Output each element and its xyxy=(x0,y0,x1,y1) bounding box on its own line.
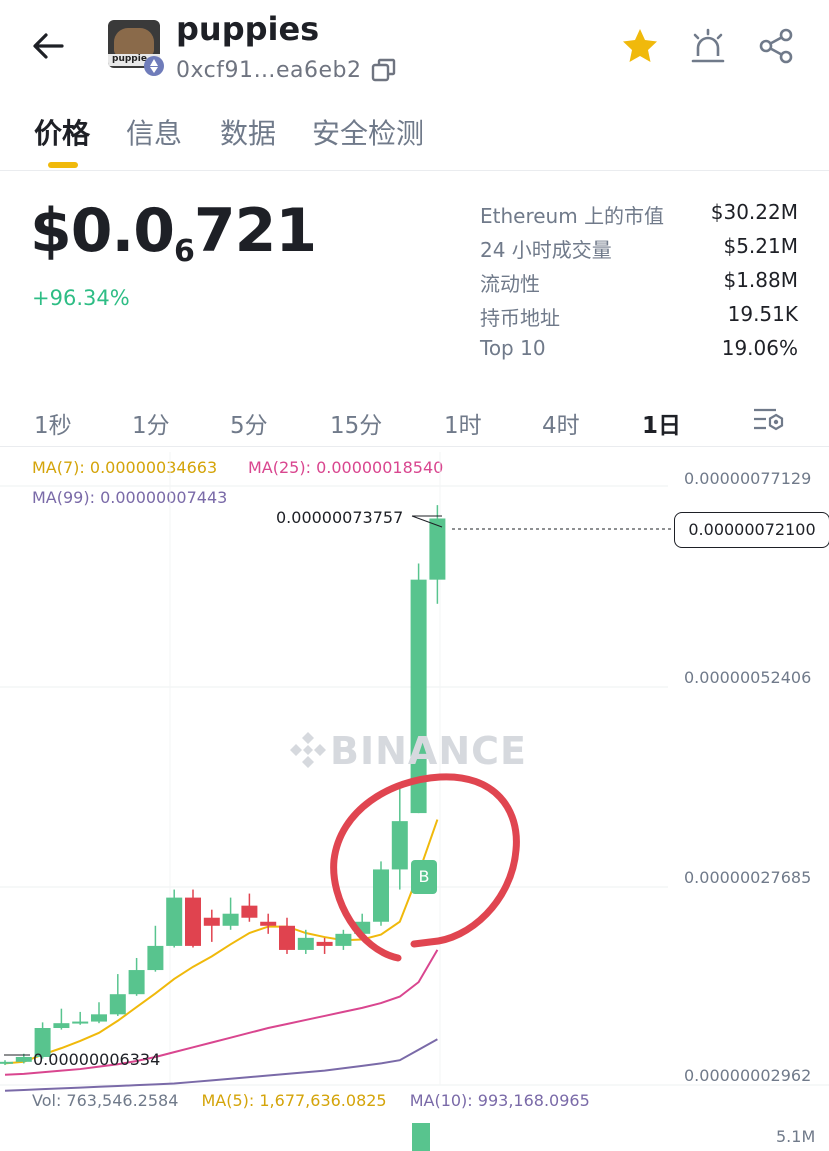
low-price-label: 0.00000006334 xyxy=(33,1050,161,1069)
current-price-tag: 0.00000072100 xyxy=(674,512,829,548)
candle-up xyxy=(128,970,145,995)
star-icon[interactable] xyxy=(620,26,660,66)
tab-data[interactable]: 数据 xyxy=(220,112,276,152)
candle-up xyxy=(15,1056,32,1062)
volume-value: Vol: 763,546.2584 xyxy=(32,1091,179,1110)
candle-up xyxy=(429,518,446,580)
candle-down xyxy=(241,905,258,918)
alarm-icon[interactable] xyxy=(688,26,728,66)
axis-label-4: 0.00000002962 xyxy=(684,1066,812,1085)
timeframe-5m[interactable]: 5分 xyxy=(230,406,268,440)
stat-liquidity: 流动性 $1.88M xyxy=(480,268,798,296)
active-tab-indicator xyxy=(48,162,78,168)
volume-ma5: MA(5): 1,677,636.0825 xyxy=(201,1091,387,1110)
timeframe-1h[interactable]: 1时 xyxy=(444,406,482,440)
timeframe-1s[interactable]: 1秒 xyxy=(34,406,72,440)
timeframe-4h[interactable]: 4时 xyxy=(542,406,580,440)
volume-legend: Vol: 763,546.2584 MA(5): 1,677,636.0825 … xyxy=(32,1091,590,1110)
candle-up xyxy=(297,937,314,950)
ethereum-icon xyxy=(144,56,164,76)
stat-top10: Top 10 19.06% xyxy=(480,336,798,360)
volume-axis-label: 5.1M xyxy=(776,1127,816,1146)
candle-up xyxy=(147,945,164,971)
candle-down xyxy=(279,925,295,950)
token-name: puppies xyxy=(176,10,320,48)
stat-market-cap: Ethereum 上的市值 $30.22M xyxy=(480,200,798,228)
candle-up xyxy=(335,933,352,946)
candle-up xyxy=(391,821,408,870)
candle-up xyxy=(91,1014,107,1022)
candle-up xyxy=(166,897,183,946)
axis-label-2: 0.00000052406 xyxy=(684,668,812,687)
volume-bar xyxy=(412,1123,430,1151)
back-arrow-icon[interactable] xyxy=(28,26,68,66)
axis-label-1: 0.00000077129 xyxy=(684,469,812,488)
candle-up xyxy=(53,1023,70,1029)
timeframe-1d[interactable]: 1日 xyxy=(642,406,681,440)
contract-address: 0xcf91…ea6eb2 xyxy=(176,58,362,83)
candle-up xyxy=(0,1061,13,1064)
current-price: $0.06721 xyxy=(30,196,317,269)
binance-watermark: BINANCE xyxy=(286,728,527,773)
tab-security[interactable]: 安全检测 xyxy=(312,112,424,152)
candle-down xyxy=(260,921,277,926)
share-icon[interactable] xyxy=(756,26,796,66)
candle-down xyxy=(203,917,220,926)
timeframe-1m[interactable]: 1分 xyxy=(132,406,170,440)
candle-up xyxy=(109,994,126,1015)
axis-label-3: 0.00000027685 xyxy=(684,868,812,887)
timeframe-bar: 1秒 1分 5分 15分 1时 4时 1日 xyxy=(0,396,829,447)
copy-icon[interactable] xyxy=(370,56,398,84)
candle-down xyxy=(316,941,333,946)
price-change: +96.34% xyxy=(32,286,130,310)
candlestick-chart[interactable] xyxy=(0,452,829,1151)
high-price-label: 0.00000073757 xyxy=(276,508,404,527)
buy-marker[interactable]: B xyxy=(411,860,437,894)
market-stats: Ethereum 上的市值 $30.22M 24 小时成交量 $5.21M 流动性 $… xyxy=(480,200,798,370)
main-tabs: 价格 信息 数据 安全检测 xyxy=(0,100,829,171)
token-header: puppie puppies 0xcf91…ea6eb2 xyxy=(0,0,829,100)
tab-price[interactable]: 价格 xyxy=(34,112,90,152)
candle-up xyxy=(222,913,239,926)
candle-up xyxy=(373,869,389,922)
tab-info[interactable]: 信息 xyxy=(126,112,182,152)
candle-down xyxy=(185,897,201,946)
timeframe-15m[interactable]: 15分 xyxy=(330,406,382,440)
stat-holders: 持币地址 19.51K xyxy=(480,302,798,330)
binance-logo-icon xyxy=(290,732,326,768)
chart-settings-icon[interactable] xyxy=(752,404,786,434)
volume-ma10: MA(10): 993,168.0965 xyxy=(409,1091,590,1110)
candle-up xyxy=(72,1021,89,1024)
stat-volume-24h: 24 小时成交量 $5.21M xyxy=(480,234,798,262)
